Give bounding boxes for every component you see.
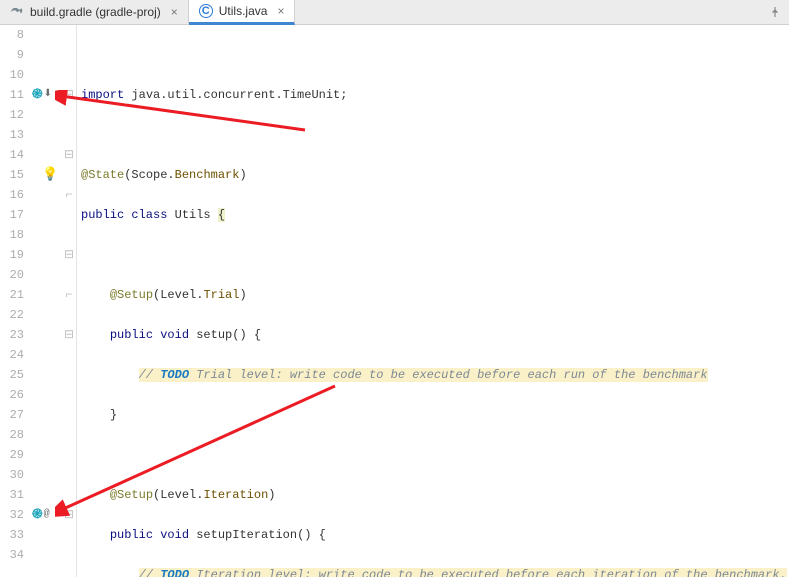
- line-number: 34: [0, 545, 28, 565]
- fold-gutter: ⊟ ⊟ ⌐ ⊟ ⌐ ⊟ ⊟: [62, 25, 77, 577]
- line-number: 30: [0, 465, 28, 485]
- code-line: public void setup() {: [81, 325, 789, 345]
- swirl-icon: ֎: [32, 85, 43, 105]
- code-line: public class Utils {: [81, 205, 789, 225]
- code-area[interactable]: import java.util.concurrent.TimeUnit; @S…: [77, 25, 789, 577]
- line-number: 29: [0, 445, 28, 465]
- line-number: 27: [0, 405, 28, 425]
- code-line: @State(Scope.Benchmark): [81, 165, 789, 185]
- line-number: 18: [0, 225, 28, 245]
- at-icon: @: [44, 505, 50, 525]
- line-number: 12: [0, 105, 28, 125]
- fold-toggle-icon[interactable]: ⊟: [62, 505, 76, 525]
- code-line: [81, 445, 789, 465]
- fold-toggle-icon[interactable]: ⊟: [62, 245, 76, 265]
- line-number-gutter: 8 9 10 11 12 13 14 15 16 17 18 19 20 21 …: [0, 25, 28, 577]
- line-number: 17: [0, 205, 28, 225]
- line-number: 32: [0, 505, 28, 525]
- icon-gutter: ֎⬇ 💡 ֎@: [28, 25, 62, 577]
- close-icon[interactable]: ×: [171, 5, 178, 19]
- gradle-icon: [10, 5, 24, 19]
- fold-toggle-icon[interactable]: ⊟: [62, 325, 76, 345]
- code-line: [81, 245, 789, 265]
- pin-tab-icon[interactable]: [761, 0, 789, 24]
- code-line: // TODO Iteration level: write code to b…: [81, 565, 789, 577]
- code-line: @Setup(Level.Trial): [81, 285, 789, 305]
- line-number: 24: [0, 345, 28, 365]
- line-number: 16: [0, 185, 28, 205]
- tab-label: build.gradle (gradle-proj): [30, 5, 161, 19]
- line-number: 11: [0, 85, 28, 105]
- run-class-gutter-icon[interactable]: ֎⬇: [32, 85, 60, 105]
- line-number: 8: [0, 25, 28, 45]
- line-number: 14: [0, 145, 28, 165]
- swirl-icon: ֎: [32, 505, 43, 525]
- line-number: 13: [0, 125, 28, 145]
- code-line: }: [81, 405, 789, 425]
- code-line: @Setup(Level.Iteration): [81, 485, 789, 505]
- line-number: 22: [0, 305, 28, 325]
- line-number: 20: [0, 265, 28, 285]
- line-number: 23: [0, 325, 28, 345]
- editor-tab-bar: build.gradle (gradle-proj) × C Utils.jav…: [0, 0, 789, 25]
- line-number: 15: [0, 165, 28, 185]
- java-class-icon: C: [199, 4, 213, 18]
- fold-end-icon[interactable]: ⌐: [62, 285, 76, 305]
- code-line: // TODO Trial level: write code to be ex…: [81, 365, 789, 385]
- line-number: 19: [0, 245, 28, 265]
- line-number: 28: [0, 425, 28, 445]
- line-number: 9: [0, 45, 28, 65]
- code-editor[interactable]: 8 9 10 11 12 13 14 15 16 17 18 19 20 21 …: [0, 25, 789, 577]
- line-number: 21: [0, 285, 28, 305]
- tab-utils-java[interactable]: C Utils.java ×: [189, 0, 296, 25]
- line-number: 26: [0, 385, 28, 405]
- fold-end-icon[interactable]: ⌐: [62, 185, 76, 205]
- line-number: 10: [0, 65, 28, 85]
- run-benchmark-gutter-icon[interactable]: ֎@: [32, 505, 60, 525]
- line-number: 25: [0, 365, 28, 385]
- code-line: import java.util.concurrent.TimeUnit;: [81, 85, 789, 105]
- fold-toggle-icon[interactable]: ⊟: [62, 145, 76, 165]
- fold-toggle-icon[interactable]: ⊟: [62, 85, 76, 105]
- lightbulb-icon: 💡: [42, 165, 58, 185]
- line-number: 31: [0, 485, 28, 505]
- close-icon[interactable]: ×: [277, 4, 284, 18]
- tab-label: Utils.java: [219, 4, 268, 18]
- line-number: 33: [0, 525, 28, 545]
- code-line: public void setupIteration() {: [81, 525, 789, 545]
- tab-build-gradle[interactable]: build.gradle (gradle-proj) ×: [0, 0, 189, 24]
- arrow-down-icon: ⬇: [44, 85, 52, 105]
- code-line: [81, 125, 789, 145]
